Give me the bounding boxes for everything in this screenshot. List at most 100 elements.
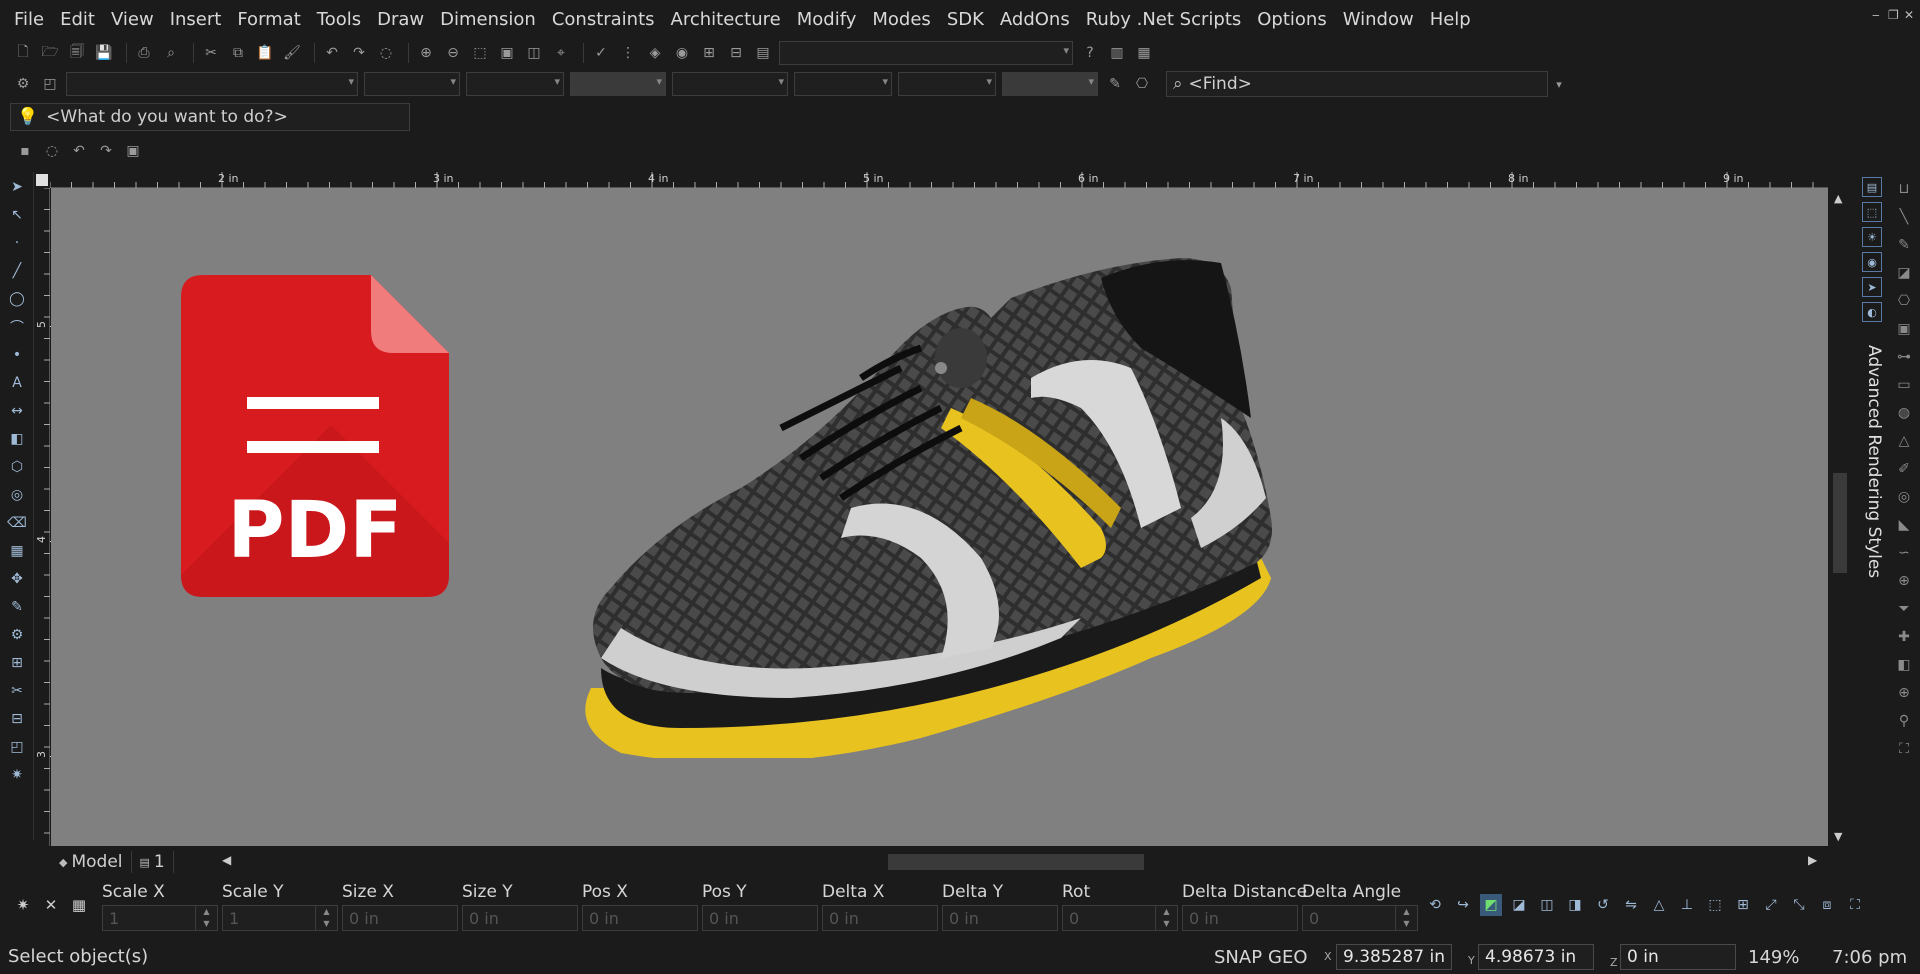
layer-stack-icon[interactable]: ◰: [39, 73, 61, 95]
z-coordinate-field[interactable]: 0 in: [1620, 944, 1736, 970]
advanced-rendering-styles-tab[interactable]: Advanced Rendering Styles: [1864, 345, 1884, 578]
dimension-icon[interactable]: ↔: [3, 398, 31, 424]
scale-x-input[interactable]: 1 ▲ ▼: [102, 905, 218, 931]
tab-model[interactable]: ◆ Model: [51, 851, 132, 873]
hatch-icon[interactable]: ▦: [3, 538, 31, 564]
menu-sdk[interactable]: SDK: [947, 9, 984, 30]
zoom-level[interactable]: 149%: [1748, 947, 1799, 968]
layers-icon[interactable]: ◈: [644, 42, 666, 64]
menu-window[interactable]: Window: [1343, 9, 1414, 30]
bounding-box-icon[interactable]: ⛶: [1844, 894, 1866, 916]
stamp-tool-icon[interactable]: ⎔: [1892, 290, 1916, 312]
eyedropper-icon[interactable]: ✎: [1104, 73, 1126, 95]
solid-icon[interactable]: ◧: [1892, 654, 1916, 676]
horizontal-scroll-thumb[interactable]: [888, 854, 1144, 870]
menu-modify[interactable]: Modify: [797, 9, 857, 30]
ruler-corner[interactable]: [36, 174, 48, 186]
zoom-window-icon[interactable]: ⬚: [469, 42, 491, 64]
filter-icon[interactable]: ⏷: [1892, 598, 1916, 620]
eraser-icon[interactable]: ⌫: [3, 510, 31, 536]
align-tool-icon[interactable]: ⊥: [1676, 894, 1698, 916]
calculator-icon[interactable]: ▦: [68, 894, 90, 916]
size-x-input[interactable]: 0 in: [342, 905, 458, 931]
rot-input[interactable]: 0 ▲ ▼: [1062, 905, 1178, 931]
transform-mode-2-icon[interactable]: ↪: [1452, 894, 1474, 916]
render-icon[interactable]: ◉: [671, 42, 693, 64]
move-icon[interactable]: ✥: [3, 566, 31, 592]
pencil-icon[interactable]: ✎: [1892, 234, 1916, 256]
spell-check-icon[interactable]: ✓: [590, 42, 612, 64]
linetype-combo[interactable]: [466, 72, 564, 96]
vertical-scroll-thumb[interactable]: [1833, 473, 1847, 573]
zoom-fit-icon[interactable]: ◫: [523, 42, 545, 64]
what-do-you-want-input[interactable]: 💡 <What do you want to do?>: [10, 103, 410, 131]
crosshair-icon[interactable]: ⊕: [1892, 682, 1916, 704]
gear-icon[interactable]: ⚙: [12, 73, 34, 95]
zoom-out-icon[interactable]: ⊖: [442, 42, 464, 64]
paste-icon[interactable]: 📋: [254, 42, 276, 64]
close-icon[interactable]: ✕: [1904, 8, 1914, 22]
wedge-icon[interactable]: ◣: [1892, 514, 1916, 536]
print-icon[interactable]: ⎙: [133, 42, 155, 64]
menu-view[interactable]: View: [111, 9, 154, 30]
horizontal-scrollbar[interactable]: ◀ ▶: [212, 852, 1817, 872]
transform-mode-6-icon[interactable]: ◨: [1564, 894, 1586, 916]
selection-info-icon[interactable]: ⊟: [725, 42, 747, 64]
zoom-in-icon[interactable]: ⊕: [415, 42, 437, 64]
torus-icon[interactable]: ◎: [1892, 486, 1916, 508]
stamp-icon[interactable]: ⎔: [1131, 73, 1153, 95]
dock-properties-icon[interactable]: ▤: [1862, 177, 1882, 197]
scroll-left-icon[interactable]: ◀: [222, 853, 231, 867]
menu-options[interactable]: Options: [1257, 9, 1326, 30]
cone-icon[interactable]: △: [1892, 430, 1916, 452]
menu-edit[interactable]: Edit: [60, 9, 95, 30]
scale-x-spinner[interactable]: ▲ ▼: [195, 906, 217, 930]
open-folder-icon[interactable]: 🗁: [39, 42, 61, 64]
selection-mode-icon[interactable]: ✷: [12, 894, 34, 916]
light-icon[interactable]: ✷: [3, 762, 31, 788]
union-icon[interactable]: ⊕: [1892, 570, 1916, 592]
transform-mode-5-icon[interactable]: ◫: [1536, 894, 1558, 916]
wall-icon[interactable]: ⊔: [1892, 178, 1916, 200]
menu-format[interactable]: Format: [237, 9, 300, 30]
lasso-small-icon[interactable]: ◌: [41, 140, 63, 162]
customize-icon[interactable]: ▣: [122, 140, 144, 162]
triangle-icon[interactable]: △: [1648, 894, 1670, 916]
dock-selection-icon[interactable]: ⬚: [1862, 202, 1882, 222]
shoe-model[interactable]: [541, 258, 1311, 758]
menu-constraints[interactable]: Constraints: [552, 9, 655, 30]
save-small-icon[interactable]: ▪: [14, 140, 36, 162]
view-combo[interactable]: [779, 41, 1073, 65]
scroll-right-icon[interactable]: ▶: [1808, 853, 1817, 867]
shapes-icon[interactable]: ◧: [3, 426, 31, 452]
edit-handles-icon[interactable]: ↖: [3, 202, 31, 228]
color-combo[interactable]: [364, 72, 460, 96]
menu-addons[interactable]: AddOns: [1000, 9, 1070, 30]
scale-box-icon[interactable]: ⬚: [1704, 894, 1726, 916]
dot-icon[interactable]: •: [3, 342, 31, 368]
snap-toggle[interactable]: SNAP: [1214, 947, 1262, 968]
rotate-copy-icon[interactable]: ↺: [1592, 894, 1614, 916]
x-coordinate-field[interactable]: 9.385287 in: [1336, 944, 1452, 970]
lasso-icon[interactable]: ◌: [375, 42, 397, 64]
offset-icon[interactable]: ⧈: [1816, 894, 1838, 916]
format-painter-icon[interactable]: 🖌: [281, 42, 303, 64]
menu-file[interactable]: File: [14, 9, 44, 30]
snap-icon[interactable]: ⊞: [698, 42, 720, 64]
zoom-tool-icon[interactable]: ⊞: [3, 650, 31, 676]
revolve-icon[interactable]: ◎: [3, 482, 31, 508]
menu-insert[interactable]: Insert: [170, 9, 222, 30]
redo-small-icon[interactable]: ↷: [95, 140, 117, 162]
menu-tools[interactable]: Tools: [317, 9, 361, 30]
menu-ruby-net-scripts[interactable]: Ruby .Net Scripts: [1086, 9, 1242, 30]
y-coordinate-field[interactable]: 4.98673 in: [1478, 944, 1594, 970]
gear-tool-icon[interactable]: ⚙: [3, 622, 31, 648]
dock-pointer-icon[interactable]: ➤: [1862, 277, 1882, 297]
cancel-transform-icon[interactable]: ✕: [40, 894, 62, 916]
trim-icon[interactable]: ✂: [3, 678, 31, 704]
tape-icon[interactable]: ⚲: [1892, 710, 1916, 732]
scroll-up-icon[interactable]: ▲: [1834, 192, 1842, 205]
circle-icon[interactable]: ◯: [3, 286, 31, 312]
pen-icon[interactable]: ✎: [3, 594, 31, 620]
open-template-icon[interactable]: 🗐: [66, 42, 88, 64]
